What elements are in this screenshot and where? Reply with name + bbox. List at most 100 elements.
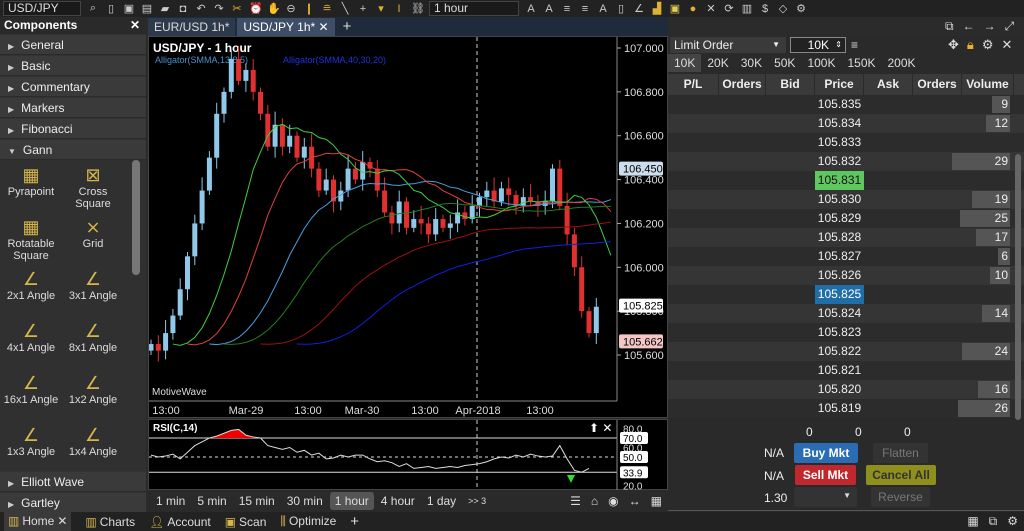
buy-market-button[interactable]: Buy Mkt xyxy=(794,443,858,463)
qty-preset-50K[interactable]: 50K xyxy=(768,54,801,72)
orders-ask-cell[interactable] xyxy=(913,399,962,418)
add-workspace-button[interactable]: + xyxy=(350,513,359,530)
orders-ask-cell[interactable] xyxy=(913,304,962,323)
detach-icon[interactable]: ⧉ xyxy=(945,19,954,34)
order-book-row[interactable]: 105.833 xyxy=(668,133,1024,152)
timeframe-4-hour[interactable]: 4 hour xyxy=(376,492,420,510)
pl-cell[interactable] xyxy=(668,247,719,266)
bid-cell[interactable] xyxy=(766,171,815,190)
tool-4x1-angle[interactable]: ∠ 4x1 Angle xyxy=(0,320,62,372)
orders-ask-cell[interactable] xyxy=(913,266,962,285)
calculator-icon[interactable]: ▥ xyxy=(741,2,753,15)
diamond-icon[interactable]: ◇ xyxy=(777,2,789,15)
color-icon[interactable]: ● xyxy=(687,3,699,15)
list-icon[interactable]: ☰ xyxy=(570,494,581,508)
tool-3x1-angle[interactable]: ∠ 3x1 Angle xyxy=(62,268,124,320)
order-type-select[interactable]: Limit Order ▼ xyxy=(670,37,786,53)
price-cell[interactable]: 105.820 xyxy=(815,380,864,399)
orders-bid-cell[interactable] xyxy=(719,171,766,190)
expand-icon[interactable]: ⤢ xyxy=(1005,19,1015,34)
timeframe-1-day[interactable]: 1 day xyxy=(422,492,461,510)
column-volume[interactable]: Volume xyxy=(962,74,1014,95)
bid-cell[interactable] xyxy=(766,209,815,228)
arrow-left-icon[interactable]: ← xyxy=(963,19,975,34)
qty-preset-100K[interactable]: 100K xyxy=(801,54,841,72)
bid-cell[interactable] xyxy=(766,114,815,133)
timeframe-select[interactable]: 1 hour xyxy=(429,1,519,16)
timeframe-30-min[interactable]: 30 min xyxy=(282,492,328,510)
pl-cell[interactable] xyxy=(668,323,719,342)
order-book-row[interactable]: 105.835 9 xyxy=(668,95,1024,114)
pl-cell[interactable] xyxy=(668,114,719,133)
fit-icon[interactable]: ↔ xyxy=(629,494,641,508)
close-icon[interactable]: ✕ xyxy=(130,17,140,34)
pl-cell[interactable] xyxy=(668,95,719,114)
price-cell[interactable]: 105.832 xyxy=(815,152,864,171)
orders-ask-cell[interactable] xyxy=(913,228,962,247)
orders-bid-cell[interactable] xyxy=(719,323,766,342)
fib-icon[interactable]: ≘ xyxy=(321,2,333,15)
bid-cell[interactable] xyxy=(766,285,815,304)
tool-1x3-angle[interactable]: ∠ 1x3 Angle xyxy=(0,424,62,476)
bid-cell[interactable] xyxy=(766,342,815,361)
orders-ask-cell[interactable] xyxy=(913,171,962,190)
open-icon[interactable]: ▰ xyxy=(159,2,171,15)
order-book-row[interactable]: 105.826 10 xyxy=(668,266,1024,285)
pl-cell[interactable] xyxy=(668,133,719,152)
close-icon[interactable]: ✕ xyxy=(602,421,612,435)
bid-cell[interactable] xyxy=(766,133,815,152)
ask-cell[interactable] xyxy=(864,399,913,418)
pl-cell[interactable] xyxy=(668,361,719,380)
tab-account[interactable]: 👤︎ Account xyxy=(149,515,211,529)
orders-ask-cell[interactable] xyxy=(913,209,962,228)
timeframe-1-hour[interactable]: 1 hour xyxy=(329,492,374,510)
column-price[interactable]: Price xyxy=(815,74,864,95)
price-cell[interactable]: 105.822 xyxy=(815,342,864,361)
bid-cell[interactable] xyxy=(766,152,815,171)
qty-preset-10K[interactable]: 10K xyxy=(668,54,702,72)
tab-charts[interactable]: ▥ Charts xyxy=(85,515,135,529)
tab-usdjpy[interactable]: USD/JPY 1h* ✕ xyxy=(237,18,335,36)
align-icon[interactable]: ≡ xyxy=(561,3,573,15)
order-book-row[interactable]: 105.830 19 xyxy=(668,190,1024,209)
cancel-all-button[interactable]: Cancel All xyxy=(866,465,936,485)
pl-cell[interactable] xyxy=(668,190,719,209)
orders-bid-cell[interactable] xyxy=(719,361,766,380)
new-icon[interactable]: ▯ xyxy=(105,2,117,15)
gear-icon[interactable]: ⚙ xyxy=(982,37,994,53)
bid-cell[interactable] xyxy=(766,380,815,399)
eye-icon[interactable]: ◉ xyxy=(608,494,618,508)
fill-icon[interactable]: ▯ xyxy=(615,2,627,15)
move-up-icon[interactable]: ⬆ xyxy=(589,421,599,435)
order-book-scrollbar[interactable] xyxy=(1015,154,1021,420)
close-icon[interactable]: ✕ xyxy=(1001,37,1012,53)
order-book-row[interactable]: 105.828 17 xyxy=(668,228,1024,247)
category-fibonacci[interactable]: ▶ Fibonacci xyxy=(0,119,146,139)
price-cell[interactable]: 105.827 xyxy=(815,247,864,266)
qty-preset-20K[interactable]: 20K xyxy=(701,54,734,72)
bid-cell[interactable] xyxy=(766,399,815,418)
camera-icon[interactable]: ◘ xyxy=(177,3,189,15)
window-icon[interactable]: ▣ xyxy=(669,2,681,15)
bid-cell[interactable] xyxy=(766,95,815,114)
more-timeframes[interactable]: >> 3 xyxy=(463,492,491,510)
orders-ask-cell[interactable] xyxy=(913,380,962,399)
orders-ask-cell[interactable] xyxy=(913,323,962,342)
ask-cell[interactable] xyxy=(864,285,913,304)
lock-icon[interactable]: 🔒︎ xyxy=(967,37,974,53)
ask-cell[interactable] xyxy=(864,380,913,399)
orders-bid-cell[interactable] xyxy=(719,152,766,171)
orders-ask-cell[interactable] xyxy=(913,247,962,266)
pl-cell[interactable] xyxy=(668,266,719,285)
price-cell[interactable]: 105.833 xyxy=(815,133,864,152)
arrow-right-icon[interactable]: → xyxy=(984,19,996,34)
ask-cell[interactable] xyxy=(864,323,913,342)
price-cell[interactable]: 105.835 xyxy=(815,95,864,114)
close-icon[interactable]: ✕ xyxy=(319,20,329,34)
bid-cell[interactable] xyxy=(766,323,815,342)
bid-cell[interactable] xyxy=(766,190,815,209)
price-cell[interactable]: 105.824 xyxy=(815,304,864,323)
rsi-panel[interactable]: RSI(C,14) ⬆ ✕ 80.0 70.0 60.0 50.0 33.9 20.0 xyxy=(148,419,668,491)
category-commentary[interactable]: ▶ Commentary xyxy=(0,77,146,97)
price-cell[interactable]: 105.828 xyxy=(815,228,864,247)
